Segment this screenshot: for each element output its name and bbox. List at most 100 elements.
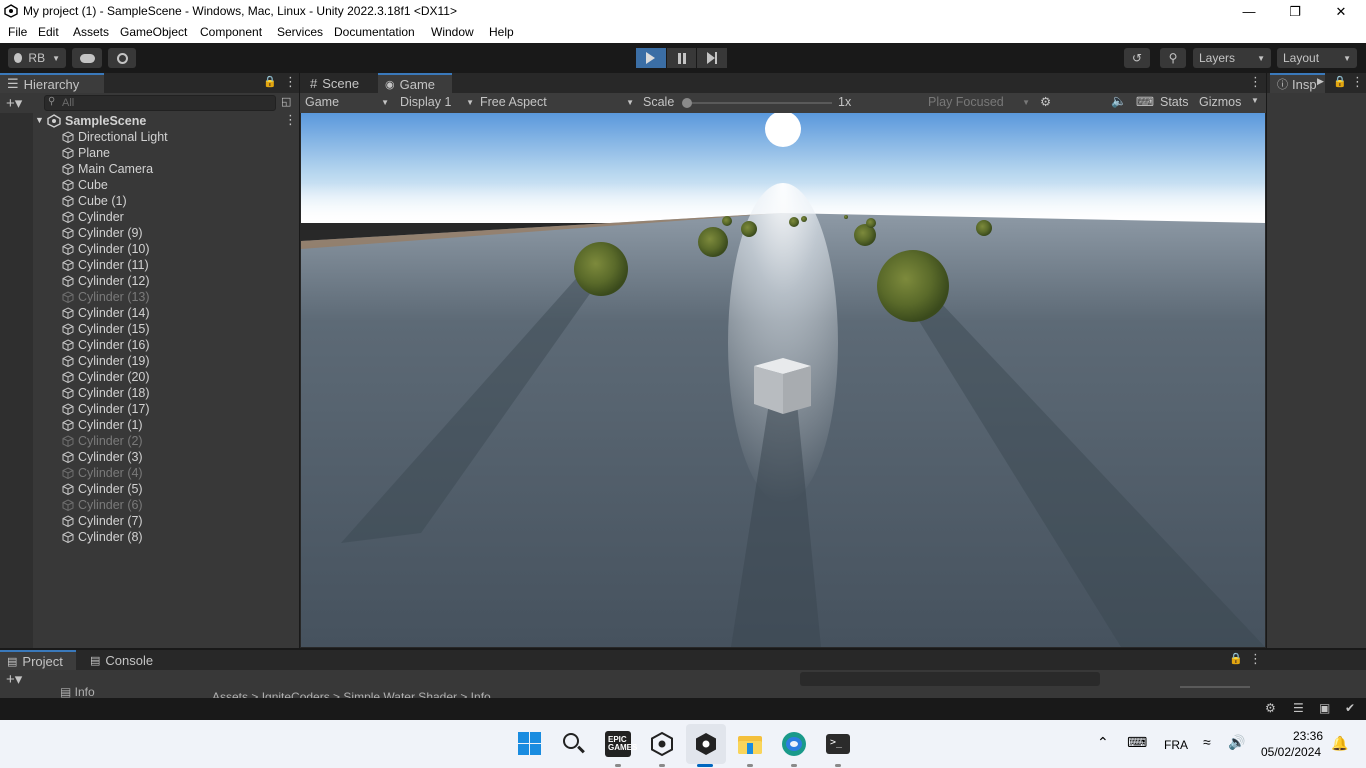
menu-gameobject[interactable]: GameObject xyxy=(120,25,187,39)
chevron-down-icon[interactable]: ▼ xyxy=(1251,96,1259,105)
hierarchy-item[interactable]: Cylinder (14) xyxy=(0,305,299,321)
network-icon[interactable]: ▣ xyxy=(1319,701,1330,715)
restore-icon[interactable]: ❐ xyxy=(1272,0,1318,23)
windows-start-icon[interactable] xyxy=(517,731,543,757)
terminal-icon[interactable]: >_ xyxy=(825,731,851,757)
lock-icon[interactable]: 🔒 xyxy=(1229,652,1243,665)
kebab-menu-icon[interactable]: ⋮ xyxy=(1351,75,1364,88)
unity-hub-icon[interactable] xyxy=(649,731,675,757)
hierarchy-item[interactable]: Cylinder (12) xyxy=(0,273,299,289)
file-explorer-icon[interactable] xyxy=(737,731,763,757)
scale-slider[interactable] xyxy=(682,98,832,108)
tab-scene[interactable]: # Scene xyxy=(303,73,366,93)
keyboard-icon[interactable]: ⌨ xyxy=(1136,94,1154,109)
tab-game[interactable]: ◉ Game xyxy=(378,73,452,93)
tab-hierarchy[interactable]: ☰ Hierarchy xyxy=(0,73,104,93)
layers-dropdown[interactable]: Layers ▼ xyxy=(1193,48,1271,68)
keyboard-icon[interactable]: ⌨ xyxy=(1127,734,1147,751)
debug-mode-icon[interactable]: ⚙ xyxy=(1265,701,1276,715)
menu-documentation[interactable]: Documentation xyxy=(334,25,415,39)
kebab-menu-icon[interactable]: ⋮ xyxy=(284,75,297,88)
clock-date[interactable]: 05/02/2024 xyxy=(1261,745,1321,759)
edge-icon[interactable] xyxy=(781,731,807,757)
menu-assets[interactable]: Assets xyxy=(73,25,109,39)
game-mode-dropdown[interactable]: Game ▼ xyxy=(305,95,389,109)
hierarchy-item[interactable]: Cylinder (8) xyxy=(0,529,299,545)
add-icon[interactable]: +▾ xyxy=(6,670,22,688)
hierarchy-item[interactable]: Cylinder (3) xyxy=(0,449,299,465)
unity-editor-taskbar-button[interactable] xyxy=(686,724,726,764)
audio-icon[interactable]: 🔈 xyxy=(1111,94,1127,109)
wifi-icon[interactable]: ≈ xyxy=(1203,734,1211,750)
search-options-icon[interactable]: ◱ xyxy=(281,95,291,108)
hierarchy-item[interactable]: Cylinder (6) xyxy=(0,497,299,513)
scene-row[interactable]: ▼ SampleScene ⋮ xyxy=(0,113,299,129)
account-dropdown[interactable]: RB ▼ xyxy=(8,48,66,68)
hierarchy-item[interactable]: Cylinder (7) xyxy=(0,513,299,529)
cache-icon[interactable]: ☰ xyxy=(1293,701,1304,715)
history-button[interactable]: ↺ xyxy=(1124,48,1150,68)
hierarchy-item[interactable]: Cylinder (5) xyxy=(0,481,299,497)
hierarchy-item[interactable]: Cube xyxy=(0,177,299,193)
step-button[interactable] xyxy=(697,48,728,68)
gizmos-button[interactable]: Gizmos xyxy=(1199,95,1241,109)
hierarchy-item[interactable]: Cylinder (11) xyxy=(0,257,299,273)
hierarchy-item[interactable]: Cylinder (9) xyxy=(0,225,299,241)
notification-bell-icon[interactable]: 🔔 xyxy=(1331,735,1348,752)
expand-arrow-icon[interactable]: ▼ xyxy=(35,115,44,125)
hierarchy-item[interactable]: Cylinder (2) xyxy=(0,433,299,449)
close-icon[interactable]: ✕ xyxy=(1318,0,1364,23)
lock-icon[interactable]: 🔒 xyxy=(1333,75,1347,88)
language-indicator[interactable]: FRA xyxy=(1164,738,1188,752)
menu-edit[interactable]: Edit xyxy=(38,25,59,39)
hierarchy-item[interactable]: Cylinder (16) xyxy=(0,337,299,353)
search-icon[interactable] xyxy=(561,731,587,757)
layout-dropdown[interactable]: Layout ▼ xyxy=(1277,48,1357,68)
menu-file[interactable]: File xyxy=(8,25,27,39)
hierarchy-item[interactable]: Directional Light xyxy=(0,129,299,145)
menu-help[interactable]: Help xyxy=(489,25,514,39)
hierarchy-item[interactable]: Cylinder xyxy=(0,209,299,225)
stats-button[interactable]: Stats xyxy=(1160,95,1189,109)
minimize-icon[interactable]: — xyxy=(1226,0,1272,23)
cloud-button[interactable] xyxy=(72,48,102,68)
kebab-menu-icon[interactable]: ⋮ xyxy=(1249,75,1262,88)
tab-project[interactable]: ▤ Project xyxy=(0,650,76,670)
display-dropdown[interactable]: Display 1 ▼ xyxy=(400,95,474,109)
hierarchy-item[interactable]: Plane xyxy=(0,145,299,161)
volume-icon[interactable]: 🔊 xyxy=(1228,734,1245,751)
menu-window[interactable]: Window xyxy=(431,25,474,39)
kebab-menu-icon[interactable]: ⋮ xyxy=(284,113,297,126)
hierarchy-item[interactable]: Cylinder (4) xyxy=(0,465,299,481)
hierarchy-item[interactable]: Cylinder (19) xyxy=(0,353,299,369)
menu-component[interactable]: Component xyxy=(200,25,262,39)
search-button[interactable]: ⚲ xyxy=(1160,48,1186,68)
chevron-right-icon[interactable]: ▶ xyxy=(1317,76,1324,87)
hierarchy-item[interactable]: Cylinder (18) xyxy=(0,385,299,401)
play-button[interactable] xyxy=(636,48,666,68)
hierarchy-item[interactable]: Cylinder (10) xyxy=(0,241,299,257)
collab-button[interactable] xyxy=(108,48,136,68)
epic-games-icon[interactable]: EPIC GAMES xyxy=(605,731,637,757)
hierarchy-item[interactable]: Cube (1) xyxy=(0,193,299,209)
hierarchy-item[interactable]: Cylinder (20) xyxy=(0,369,299,385)
menu-services[interactable]: Services xyxy=(277,25,323,39)
hierarchy-item[interactable]: Cylinder (17) xyxy=(0,401,299,417)
search-input[interactable]: ⚲ All xyxy=(44,95,276,111)
add-icon[interactable]: +▾ xyxy=(6,94,22,112)
kebab-menu-icon[interactable]: ⋮ xyxy=(1249,652,1262,665)
tab-console[interactable]: ▤ Console xyxy=(83,650,160,670)
lock-icon[interactable]: 🔒 xyxy=(263,75,277,88)
scale-slider-handle[interactable] xyxy=(682,98,692,108)
bug-icon[interactable]: ⚙ xyxy=(1040,94,1051,109)
pause-button[interactable] xyxy=(666,48,697,68)
hierarchy-item[interactable]: Cylinder (15) xyxy=(0,321,299,337)
hierarchy-item[interactable]: Cylinder (13) xyxy=(0,289,299,305)
folder-tree-item[interactable]: ▤ Info xyxy=(60,685,95,698)
play-focused-dropdown[interactable]: Play Focused ▼ xyxy=(928,95,1030,109)
chevron-up-icon[interactable]: ⌃ xyxy=(1097,734,1109,751)
check-icon[interactable]: ✔ xyxy=(1345,701,1355,715)
hierarchy-item[interactable]: Main Camera xyxy=(0,161,299,177)
game-viewport[interactable] xyxy=(301,113,1265,647)
asset-size-slider[interactable] xyxy=(1180,686,1250,688)
